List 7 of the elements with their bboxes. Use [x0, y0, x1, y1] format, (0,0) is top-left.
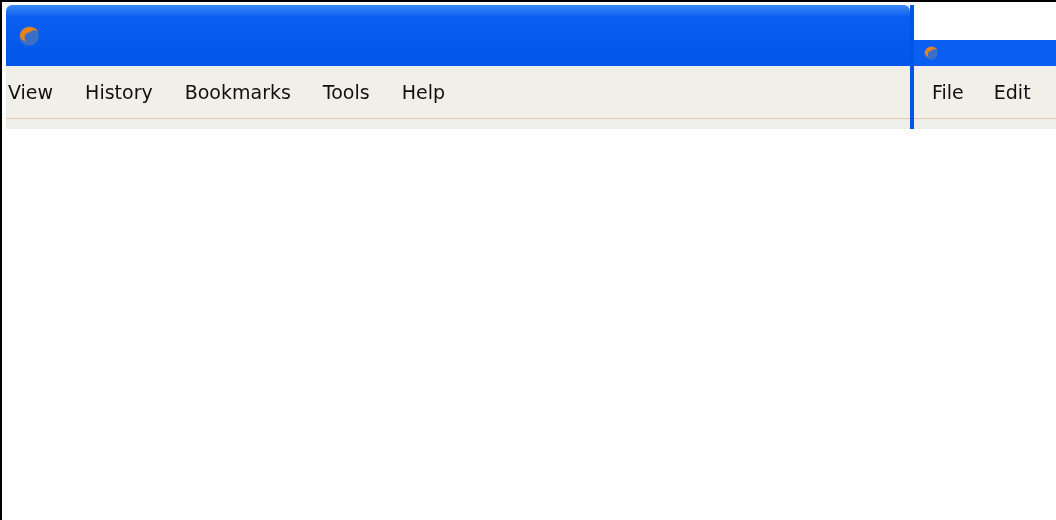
menu-item[interactable]: Bookmarks [184, 79, 291, 105]
menu-item[interactable]: Edit [993, 79, 1031, 105]
menu-item[interactable]: View [8, 79, 54, 105]
menu-item[interactable]: Tools [322, 79, 370, 105]
menu-item[interactable]: Help [401, 79, 445, 105]
menu-item[interactable]: History [85, 79, 153, 105]
menu-item[interactable]: File [932, 79, 964, 105]
